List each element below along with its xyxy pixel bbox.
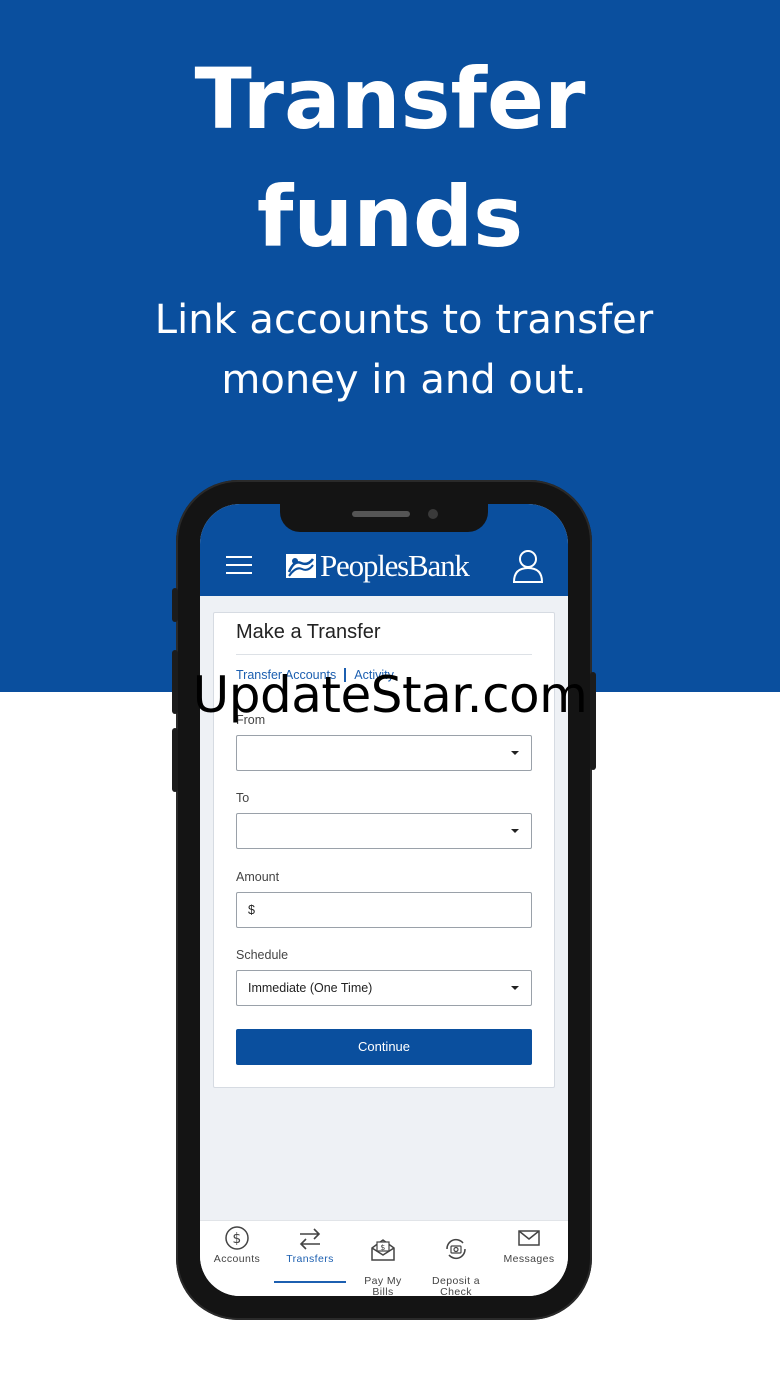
dollar-circle-icon: $	[225, 1226, 249, 1250]
page-title: Make a Transfer	[236, 621, 381, 643]
camera-deposit-icon	[446, 1238, 466, 1260]
active-tab-indicator	[274, 1281, 346, 1283]
tab-label: Transfers	[286, 1253, 334, 1265]
tab-accounts[interactable]: $ Accounts	[201, 1225, 273, 1265]
chevron-down-icon	[511, 829, 519, 833]
tab-transfers[interactable]: Transfers	[274, 1225, 346, 1265]
bottom-tab-bar: $ Accounts Transfers $ Pay My Bills Depo…	[200, 1220, 568, 1296]
svg-text:$: $	[232, 1231, 241, 1247]
tab-label: Messages	[503, 1253, 555, 1265]
amount-label: Amount	[236, 870, 280, 884]
hero-title: Transfer funds	[194, 50, 586, 266]
title-divider	[236, 654, 532, 655]
amount-input-value: $	[248, 903, 255, 917]
chevron-down-icon	[511, 751, 519, 755]
phone-frame: PeoplesBank Make a Transfer Transfer Acc…	[172, 480, 596, 1320]
to-label: To	[236, 791, 250, 805]
user-profile-icon[interactable]	[512, 548, 544, 584]
bank-logo-mark-icon	[286, 554, 316, 578]
tab-deposit-check[interactable]: Deposit a Check	[420, 1225, 492, 1296]
phone-screen: PeoplesBank Make a Transfer Transfer Acc…	[200, 504, 568, 1296]
hamburger-menu-icon[interactable]	[226, 556, 252, 576]
tab-pay-bills[interactable]: $ Pay My Bills	[347, 1225, 419, 1296]
chevron-down-icon	[511, 986, 519, 990]
from-select[interactable]	[236, 735, 532, 771]
tab-label: Accounts	[213, 1253, 261, 1265]
tab-messages[interactable]: Messages	[493, 1225, 565, 1265]
transfer-arrows-icon	[299, 1228, 321, 1250]
phone-speaker	[352, 511, 410, 517]
phone-side-button	[172, 588, 178, 622]
bank-logo: PeoplesBank	[286, 548, 470, 584]
continue-button[interactable]: Continue	[236, 1029, 532, 1065]
hero-subtitle: Link accounts to transfer money in and o…	[154, 297, 654, 403]
tab-label: Pay My Bills	[364, 1275, 402, 1297]
bank-name: PeoplesBank	[320, 548, 470, 583]
tab-label: Deposit a Check	[432, 1275, 480, 1297]
schedule-label: Schedule	[236, 948, 289, 962]
schedule-select[interactable]: Immediate (One Time)	[236, 970, 532, 1006]
to-select[interactable]	[236, 813, 532, 849]
amount-input[interactable]: $	[236, 892, 532, 928]
svg-text:$: $	[380, 1243, 386, 1252]
envelope-bill-icon: $	[371, 1239, 395, 1261]
schedule-select-value: Immediate (One Time)	[248, 981, 373, 995]
phone-volume-down	[172, 728, 178, 792]
phone-notch	[280, 504, 488, 532]
phone-camera	[428, 509, 438, 519]
watermark-text: UpdateStar.com	[192, 666, 588, 724]
mail-icon	[518, 1230, 540, 1246]
